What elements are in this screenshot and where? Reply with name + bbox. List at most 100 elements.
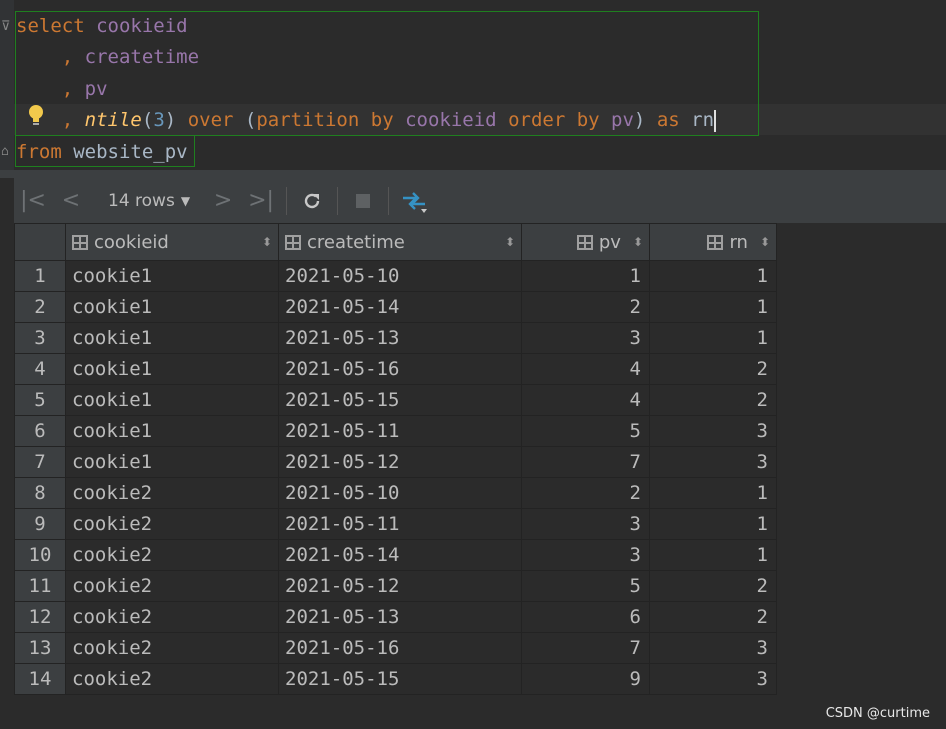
row-number[interactable]: 3: [14, 322, 66, 354]
cell-createtime[interactable]: 2021-05-10: [278, 260, 522, 292]
next-page-icon[interactable]: >: [204, 188, 242, 213]
cell-cookieid[interactable]: cookie1: [65, 415, 279, 447]
cell-cookieid[interactable]: cookie1: [65, 291, 279, 323]
cell-rn[interactable]: 1: [649, 508, 777, 540]
row-number[interactable]: 14: [14, 663, 66, 695]
cell-cookieid[interactable]: cookie2: [65, 477, 279, 509]
table-row[interactable]: 4 cookie1 2021-05-16 4 2: [14, 353, 777, 385]
cell-createtime[interactable]: 2021-05-15: [278, 384, 522, 416]
code-line-4[interactable]: , ntile(3) over (partition by cookieid o…: [16, 108, 717, 132]
cell-createtime[interactable]: 2021-05-13: [278, 601, 522, 633]
intention-bulb-icon[interactable]: [26, 103, 46, 127]
cell-rn[interactable]: 1: [649, 477, 777, 509]
table-row[interactable]: 2 cookie1 2021-05-14 2 1: [14, 291, 777, 323]
cell-rn[interactable]: 2: [649, 601, 777, 633]
code-line-3[interactable]: , pv: [16, 77, 108, 101]
row-number[interactable]: 1: [14, 260, 66, 292]
cell-cookieid[interactable]: cookie2: [65, 663, 279, 695]
cell-cookieid[interactable]: cookie2: [65, 570, 279, 602]
cell-rn[interactable]: 3: [649, 632, 777, 664]
cell-pv[interactable]: 6: [521, 601, 650, 633]
column-header-createtime[interactable]: createtime ⬍: [278, 223, 522, 261]
table-row[interactable]: 1 cookie1 2021-05-10 1 1: [14, 260, 777, 292]
cell-createtime[interactable]: 2021-05-10: [278, 477, 522, 509]
table-row[interactable]: 11 cookie2 2021-05-12 5 2: [14, 570, 777, 602]
compare-icon[interactable]: [395, 187, 433, 215]
table-row[interactable]: 10 cookie2 2021-05-14 3 1: [14, 539, 777, 571]
cell-pv[interactable]: 2: [521, 477, 650, 509]
cell-createtime[interactable]: 2021-05-14: [278, 539, 522, 571]
cell-cookieid[interactable]: cookie1: [65, 384, 279, 416]
row-number[interactable]: 5: [14, 384, 66, 416]
code-line-1[interactable]: select cookieid: [16, 14, 188, 38]
cell-pv[interactable]: 1: [521, 260, 650, 292]
row-number[interactable]: 2: [14, 291, 66, 323]
cell-pv[interactable]: 5: [521, 415, 650, 447]
stop-icon[interactable]: [344, 189, 382, 213]
row-number[interactable]: 4: [14, 353, 66, 385]
row-number[interactable]: 8: [14, 477, 66, 509]
first-page-icon[interactable]: |<: [14, 188, 52, 213]
cell-rn[interactable]: 1: [649, 291, 777, 323]
sort-icon[interactable]: ⬍: [633, 235, 643, 249]
column-header-pv[interactable]: pv ⬍: [521, 223, 650, 261]
cell-pv[interactable]: 2: [521, 291, 650, 323]
fold-end-icon[interactable]: ⌂: [1, 145, 9, 159]
cell-cookieid[interactable]: cookie1: [65, 446, 279, 478]
cell-cookieid[interactable]: cookie2: [65, 539, 279, 571]
row-number[interactable]: 13: [14, 632, 66, 664]
cell-rn[interactable]: 1: [649, 260, 777, 292]
table-row[interactable]: 8 cookie2 2021-05-10 2 1: [14, 477, 777, 509]
row-number[interactable]: 12: [14, 601, 66, 633]
cell-pv[interactable]: 9: [521, 663, 650, 695]
cell-createtime[interactable]: 2021-05-12: [278, 446, 522, 478]
table-row[interactable]: 13 cookie2 2021-05-16 7 3: [14, 632, 777, 664]
cell-pv[interactable]: 3: [521, 508, 650, 540]
column-header-rn[interactable]: rn ⬍: [649, 223, 777, 261]
cell-pv[interactable]: 3: [521, 322, 650, 354]
cell-pv[interactable]: 7: [521, 632, 650, 664]
cell-cookieid[interactable]: cookie1: [65, 260, 279, 292]
cell-createtime[interactable]: 2021-05-11: [278, 415, 522, 447]
prev-page-icon[interactable]: <: [52, 188, 90, 213]
cell-cookieid[interactable]: cookie1: [65, 322, 279, 354]
cell-rn[interactable]: 1: [649, 539, 777, 571]
table-row[interactable]: 9 cookie2 2021-05-11 3 1: [14, 508, 777, 540]
table-row[interactable]: 6 cookie1 2021-05-11 5 3: [14, 415, 777, 447]
rows-count-dropdown[interactable]: 14 rows ▼: [108, 191, 190, 211]
table-row[interactable]: 14 cookie2 2021-05-15 9 3: [14, 663, 777, 695]
sql-editor[interactable]: ⊽ ⌂ select cookieid , createtime , pv , …: [0, 0, 946, 170]
cell-createtime[interactable]: 2021-05-13: [278, 322, 522, 354]
table-row[interactable]: 7 cookie1 2021-05-12 7 3: [14, 446, 777, 478]
table-row[interactable]: 5 cookie1 2021-05-15 4 2: [14, 384, 777, 416]
cell-cookieid[interactable]: cookie2: [65, 508, 279, 540]
cell-pv[interactable]: 7: [521, 446, 650, 478]
cell-cookieid[interactable]: cookie2: [65, 601, 279, 633]
sort-icon[interactable]: ⬍: [505, 235, 515, 249]
cell-rn[interactable]: 2: [649, 353, 777, 385]
cell-pv[interactable]: 4: [521, 353, 650, 385]
cell-createtime[interactable]: 2021-05-16: [278, 353, 522, 385]
row-number[interactable]: 11: [14, 570, 66, 602]
cell-rn[interactable]: 2: [649, 570, 777, 602]
sort-icon[interactable]: ⬍: [262, 235, 272, 249]
last-page-icon[interactable]: >|: [242, 188, 280, 213]
cell-rn[interactable]: 1: [649, 322, 777, 354]
cell-rn[interactable]: 3: [649, 663, 777, 695]
cell-createtime[interactable]: 2021-05-11: [278, 508, 522, 540]
row-number[interactable]: 9: [14, 508, 66, 540]
cell-createtime[interactable]: 2021-05-12: [278, 570, 522, 602]
refresh-icon[interactable]: [293, 189, 331, 213]
cell-rn[interactable]: 2: [649, 384, 777, 416]
code-line-5[interactable]: from website_pv: [16, 140, 188, 164]
cell-rn[interactable]: 3: [649, 415, 777, 447]
results-grid[interactable]: cookieid ⬍ createtime ⬍ pv ⬍ rn ⬍ 1 cookie1 20…: [14, 223, 777, 695]
row-number[interactable]: 10: [14, 539, 66, 571]
column-header-cookieid[interactable]: cookieid ⬍: [65, 223, 279, 261]
cell-createtime[interactable]: 2021-05-14: [278, 291, 522, 323]
fold-start-icon[interactable]: ⊽: [1, 20, 11, 34]
sort-icon[interactable]: ⬍: [760, 235, 770, 249]
cell-cookieid[interactable]: cookie1: [65, 353, 279, 385]
cell-pv[interactable]: 3: [521, 539, 650, 571]
cell-pv[interactable]: 5: [521, 570, 650, 602]
